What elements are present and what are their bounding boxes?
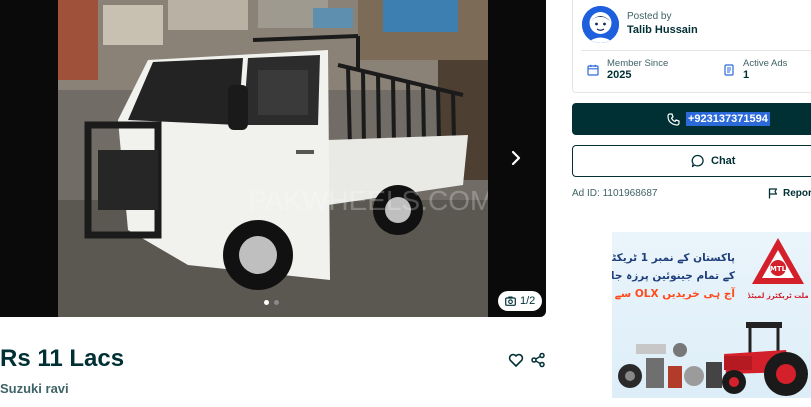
camera-icon: [505, 296, 516, 306]
phone-icon: [667, 112, 680, 126]
image-counter-text: 1/2: [520, 295, 536, 307]
share-button[interactable]: [530, 352, 546, 368]
gallery-dot[interactable]: [274, 300, 279, 305]
phone-number-text[interactable]: +923137371594: [686, 112, 770, 126]
vehicle-image: PAKWHEELS.COM: [58, 0, 488, 317]
favorite-button[interactable]: [508, 352, 524, 368]
chat-button-label: Chat: [711, 155, 736, 167]
brand-urdu-text: ملت ٹریکٹرز لمیٹڈ: [748, 292, 808, 300]
listing-price: Rs 11 Lacs: [0, 345, 125, 372]
posted-by-label: Posted by: [627, 11, 672, 22]
listing-photo[interactable]: PAKWHEELS.COM: [58, 0, 488, 317]
chevron-right-icon: [511, 150, 521, 166]
ad-line-3: آج ہی خریدیں OLX سے: [614, 288, 735, 300]
avatar[interactable]: [582, 6, 619, 43]
flag-icon: [768, 188, 778, 199]
next-image-button[interactable]: [503, 145, 529, 171]
advertisement-banner[interactable]: پاکستان کے نمبر 1 ٹریکٹر کے تمام جینوئین…: [612, 232, 811, 398]
chat-button[interactable]: Chat: [572, 145, 811, 177]
ads-document-icon: [724, 64, 734, 76]
seller-name[interactable]: Talib Hussain: [627, 24, 698, 36]
ad-id: Ad ID: 1101968687: [572, 188, 658, 199]
active-ads-value: 1: [743, 69, 750, 81]
calendar-icon: [587, 64, 599, 76]
report-button[interactable]: Report: [768, 188, 811, 199]
heart-icon: [508, 353, 524, 367]
ad-line-2: کے تمام جینوئین پرزہ جات: [612, 270, 735, 282]
tractor-parts-image: [618, 343, 722, 388]
member-since-label: Member Since: [607, 58, 669, 69]
ad-line-1: پاکستان کے نمبر 1 ٹریکٹر: [612, 252, 735, 264]
mtl-logo: MTL ملت ٹریکٹرز لمیٹڈ: [748, 238, 808, 300]
listing-title: Suzuki ravi: [0, 381, 69, 396]
report-label: Report: [783, 188, 811, 199]
image-gallery[interactable]: PAKWHEELS.COM 1/2: [0, 0, 546, 317]
watermark-text: PAKWHEELS.COM: [248, 185, 488, 216]
active-ads-label: Active Ads: [743, 58, 788, 69]
user-avatar-icon: [582, 6, 619, 43]
image-counter-badge: 1/2: [498, 291, 543, 311]
tractor-image: [722, 322, 808, 396]
gallery-dots: [264, 300, 279, 305]
chat-bubble-icon: [691, 154, 704, 168]
member-since-value: 2025: [607, 69, 632, 81]
divider: [581, 50, 811, 51]
seller-card[interactable]: Posted by Talib Hussain Member Since 202…: [572, 0, 811, 93]
gallery-dot-active[interactable]: [264, 300, 269, 305]
share-icon: [531, 352, 545, 368]
svg-text:MTL: MTL: [770, 265, 787, 273]
show-phone-button[interactable]: +923137371594: [572, 103, 811, 135]
